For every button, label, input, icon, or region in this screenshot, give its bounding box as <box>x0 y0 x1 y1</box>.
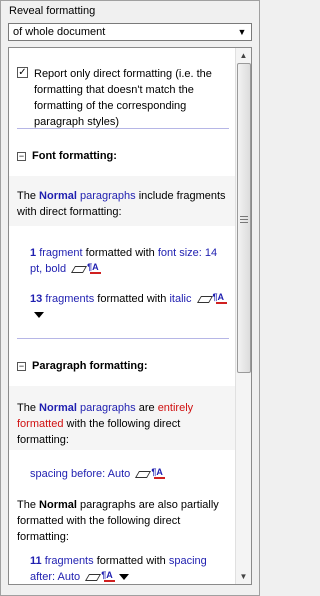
divider <box>17 338 229 339</box>
format-painter-icon[interactable]: ¶A <box>101 570 116 582</box>
style-link-normal[interactable]: Normal <box>39 190 77 202</box>
reveal-formatting-pane: Reveal formatting of whole document ▼ ✓ … <box>0 0 260 596</box>
font-formatting-heading[interactable]: − Font formatting: <box>17 148 117 164</box>
direct-only-option[interactable]: ✓ Report only direct formatting (i.e. th… <box>17 66 231 130</box>
results-content: ✓ Report only direct formatting (i.e. th… <box>9 48 235 584</box>
paragraph-formatting-heading-text: Paragraph formatting: <box>32 360 148 372</box>
dropdown-arrow-icon[interactable] <box>34 312 44 318</box>
scrollbar-thumb[interactable] <box>237 63 251 373</box>
paragraph-item-2: 11 fragments formatted with spacing afte… <box>30 555 207 583</box>
scope-dropdown-value: of whole document <box>13 26 106 38</box>
scope-dropdown[interactable]: of whole document ▼ <box>8 23 252 41</box>
eraser-icon[interactable] <box>71 264 88 274</box>
fragment-count-link[interactable]: 11 <box>30 555 42 567</box>
scroll-up-arrow-icon[interactable]: ▲ <box>236 48 251 63</box>
format-painter-icon[interactable]: ¶A <box>87 262 102 274</box>
format-painter-icon[interactable]: ¶A <box>151 467 166 479</box>
paragraph-formatting-heading[interactable]: − Paragraph formatting: <box>17 358 148 374</box>
paragraphs-link[interactable]: paragraphs <box>80 402 136 414</box>
fragment-unit-link[interactable]: fragments <box>45 555 94 567</box>
fragment-count-link[interactable]: 13 <box>30 293 42 305</box>
direct-only-label: Report only direct formatting (i.e. the … <box>34 68 212 128</box>
eraser-icon[interactable] <box>196 294 213 304</box>
style-link-normal[interactable]: Normal <box>39 402 77 414</box>
format-painter-icon[interactable]: ¶A <box>213 292 227 304</box>
font-item-1: 1 fragment formatted with font size: 14 … <box>30 247 218 275</box>
paragraph-item-1: spacing before: Auto ¶A <box>30 466 230 482</box>
format-value-link[interactable]: spacing before: Auto <box>30 468 130 480</box>
paragraph-intro-text: The Normal paragraphs are entirely forma… <box>17 402 194 446</box>
collapse-minus-icon[interactable]: − <box>17 362 26 371</box>
collapse-minus-icon[interactable]: − <box>17 152 26 161</box>
fragment-unit-link[interactable]: fragments <box>45 293 94 305</box>
paragraphs-link[interactable]: paragraphs <box>80 190 136 202</box>
dropdown-arrow-icon[interactable] <box>119 574 130 580</box>
fragment-count-link[interactable]: 1 <box>30 247 36 259</box>
divider <box>17 128 229 129</box>
format-value-link[interactable]: italic <box>169 293 191 305</box>
pane-title: Reveal formatting <box>9 5 96 17</box>
scroll-down-arrow-icon[interactable]: ▼ <box>236 569 251 584</box>
paragraph-partial-text: The Normal paragraphs are also partially… <box>17 499 219 543</box>
results-panel: ✓ Report only direct formatting (i.e. th… <box>8 47 252 585</box>
font-formatting-heading-text: Font formatting: <box>32 150 117 162</box>
eraser-icon[interactable] <box>135 469 152 479</box>
eraser-icon[interactable] <box>85 572 102 582</box>
fragment-unit-link[interactable]: fragment <box>39 247 82 259</box>
grip-icon <box>240 214 248 225</box>
chevron-down-icon[interactable]: ▼ <box>235 25 249 39</box>
style-name-normal: Normal <box>39 499 77 511</box>
vertical-scrollbar[interactable]: ▲ ▼ <box>235 48 251 584</box>
font-intro-text: The Normal paragraphs include fragments … <box>17 190 226 218</box>
direct-only-checkbox[interactable]: ✓ <box>17 67 28 78</box>
font-item-2: 13 fragments formatted with italic ¶A <box>30 291 230 323</box>
